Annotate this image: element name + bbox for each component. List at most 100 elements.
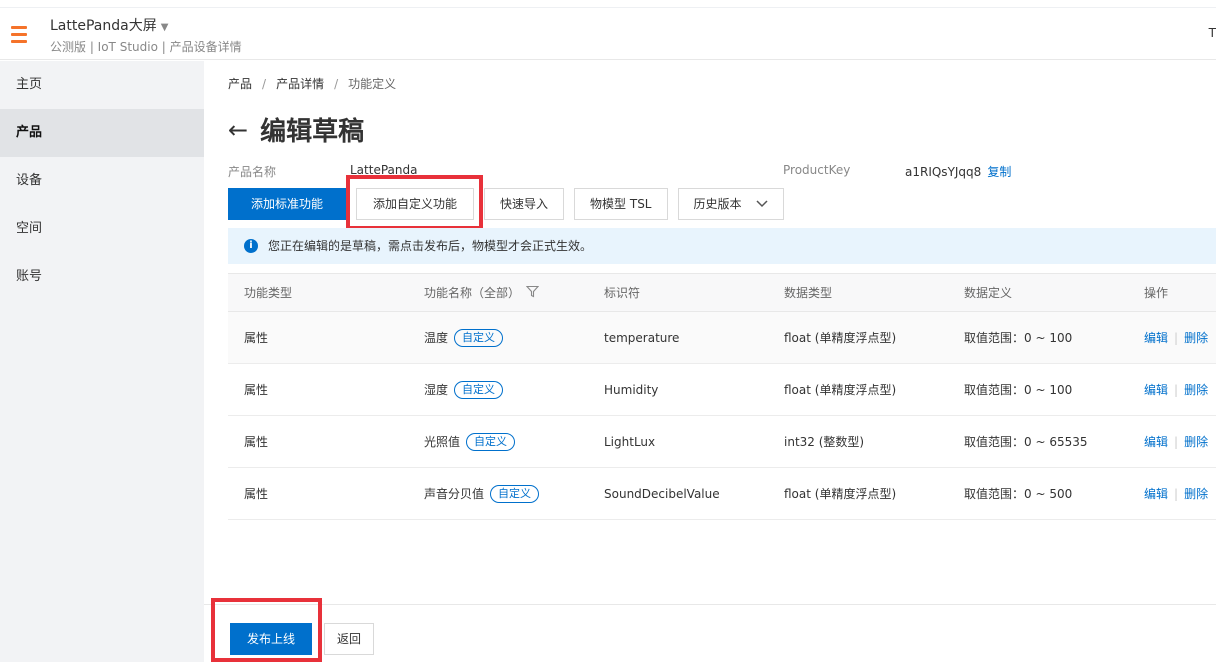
app-subtitle: 公测版 | IoT Studio | 产品设备详情 <box>50 40 242 54</box>
action-divider: | <box>1174 331 1179 345</box>
cell-type: 属性 <box>244 435 269 449</box>
copy-link[interactable]: 复制 <box>987 165 1011 179</box>
column-header-name[interactable]: 功能名称（全部） <box>408 284 588 301</box>
sidebar-item-product[interactable]: 产品 <box>0 109 204 157</box>
column-header-identifier: 标识符 <box>604 286 641 300</box>
table-row: 属性 温度 自定义 temperature float (单精度浮点型) 取值范围… <box>228 312 1216 364</box>
table-row: 属性 声音分贝值 自定义 SoundDecibelValue float (单精度… <box>228 468 1216 520</box>
cell-definition: 取值范围：0 ~ 65535 <box>964 435 1088 449</box>
column-header-name-label: 功能名称（全部） <box>424 286 521 300</box>
edit-link[interactable]: 编辑 <box>1144 487 1168 501</box>
function-name: 温度 <box>424 331 449 345</box>
edit-link[interactable]: 编辑 <box>1144 331 1168 345</box>
function-name: 湿度 <box>424 383 449 397</box>
history-version-dropdown[interactable]: 历史版本 <box>677 188 784 220</box>
quick-import-button[interactable]: 快速导入 <box>484 188 565 220</box>
breadcrumb-product[interactable]: 产品 <box>228 77 252 91</box>
edit-link[interactable]: 编辑 <box>1144 435 1168 449</box>
highlight-box-add-custom <box>346 175 483 230</box>
cell-type: 属性 <box>244 331 269 345</box>
product-key-meta: ProductKey <box>783 163 850 177</box>
cell-type: 属性 <box>244 487 269 501</box>
cell-actions: 编辑 | 删除 <box>1128 381 1216 398</box>
custom-tag: 自定义 <box>454 380 504 399</box>
add-standard-function-button[interactable]: 添加标准功能 <box>228 188 347 220</box>
cell-type: 属性 <box>244 383 269 397</box>
breadcrumb-product-detail[interactable]: 产品详情 <box>276 77 324 91</box>
delete-link[interactable]: 删除 <box>1184 435 1208 449</box>
page-title: 编辑草稿 <box>260 117 365 147</box>
footer-bar: 发布上线 返回 <box>204 604 1216 662</box>
function-name: 光照值 <box>424 435 461 449</box>
app-header: LattePanda大屏 ▼ 公测版 | IoT Studio | 产品设备详情 … <box>0 8 1216 60</box>
breadcrumb-separator: / <box>262 77 267 91</box>
breadcrumb-current: 功能定义 <box>348 77 397 91</box>
product-name-meta: 产品名称 <box>228 163 276 180</box>
cell-identifier: LightLux <box>604 434 656 449</box>
toolbar: 添加标准功能 添加自定义功能 快速导入 物模型 TSL 历史版本 <box>228 188 794 220</box>
cell-actions: 编辑 | 删除 <box>1128 433 1216 450</box>
cell-actions: 编辑 | 删除 <box>1128 485 1216 502</box>
back-button[interactable]: 返回 <box>324 623 375 655</box>
cell-definition: 取值范围：0 ~ 100 <box>964 383 1073 397</box>
column-header-actions: 操作 <box>1144 286 1169 300</box>
cell-actions: 编辑 | 删除 <box>1128 329 1216 346</box>
hamburger-menu-icon[interactable] <box>11 26 27 44</box>
breadcrumb: 产品 / 产品详情 / 功能定义 <box>228 75 396 92</box>
custom-tag: 自定义 <box>466 432 516 451</box>
info-icon: i <box>244 239 258 253</box>
column-header-definition: 数据定义 <box>964 286 1013 300</box>
draft-notice: i 您正在编辑的是草稿，需点击发布后，物模型才会正式生效。 <box>228 228 1216 264</box>
app-name: LattePanda大屏 <box>50 18 157 34</box>
cell-data-type: float (单精度浮点型) <box>784 383 897 397</box>
sidebar-item-home[interactable]: 主页 <box>0 61 204 109</box>
product-name-label: 产品名称 <box>228 165 277 179</box>
delete-link[interactable]: 删除 <box>1184 487 1208 501</box>
cell-data-type: float (单精度浮点型) <box>784 331 897 345</box>
cell-identifier: temperature <box>604 330 680 345</box>
top-strip <box>0 0 1216 8</box>
back-arrow-icon[interactable]: ← <box>228 118 248 142</box>
column-header-type: 功能类型 <box>244 286 293 300</box>
cell-data-type: int32 (整数型) <box>784 435 865 449</box>
chevron-down-icon <box>755 190 768 220</box>
caret-down-icon: ▼ <box>160 22 169 33</box>
delete-link[interactable]: 删除 <box>1184 331 1208 345</box>
sidebar: 主页 产品 设备 空间 账号 <box>0 61 204 662</box>
highlight-box-publish <box>211 598 322 662</box>
notice-text: 您正在编辑的是草稿，需点击发布后，物模型才会正式生效。 <box>268 239 593 253</box>
sidebar-item-space[interactable]: 空间 <box>0 205 204 253</box>
column-header-data-type: 数据类型 <box>784 286 833 300</box>
product-key-value-wrap: a1RIQsYJqq8 复制 <box>905 163 1011 180</box>
cell-definition: 取值范围：0 ~ 100 <box>964 331 1073 345</box>
table-row: 属性 湿度 自定义 Humidity float (单精度浮点型) 取值范围：0 … <box>228 364 1216 416</box>
action-divider: | <box>1174 487 1179 501</box>
custom-tag: 自定义 <box>490 484 540 503</box>
cell-data-type: float (单精度浮点型) <box>784 487 897 501</box>
history-version-label: 历史版本 <box>693 197 742 211</box>
product-key-label: ProductKey <box>783 163 851 177</box>
header-right-text[interactable]: T <box>1209 26 1216 40</box>
tsl-button[interactable]: 物模型 TSL <box>574 188 668 220</box>
table-row: 属性 光照值 自定义 LightLux int32 (整数型) 取值范围：0 ~ … <box>228 416 1216 468</box>
sidebar-item-device[interactable]: 设备 <box>0 157 204 205</box>
cell-definition: 取值范围：0 ~ 500 <box>964 487 1073 501</box>
cell-identifier: Humidity <box>604 382 659 397</box>
sidebar-item-account[interactable]: 账号 <box>0 253 204 301</box>
function-name: 声音分贝值 <box>424 487 485 501</box>
app-switcher[interactable]: LattePanda大屏 ▼ <box>50 15 168 35</box>
function-table: 功能类型 功能名称（全部） 标识符 数据类型 数据定义 操作 属性 温度 自定义 … <box>228 273 1216 520</box>
action-divider: | <box>1174 435 1179 449</box>
cell-name: 声音分贝值 自定义 <box>408 484 588 503</box>
table-header: 功能类型 功能名称（全部） 标识符 数据类型 数据定义 操作 <box>228 274 1216 312</box>
cell-identifier: SoundDecibelValue <box>604 486 720 501</box>
delete-link[interactable]: 删除 <box>1184 383 1208 397</box>
main-content: 产品 / 产品详情 / 功能定义 ← 编辑草稿 产品名称 LattePanda Prod… <box>204 61 1216 662</box>
cell-name: 温度 自定义 <box>408 328 588 347</box>
action-divider: | <box>1174 383 1179 397</box>
filter-icon[interactable] <box>525 285 540 301</box>
cell-name: 光照值 自定义 <box>408 432 588 451</box>
cell-name: 湿度 自定义 <box>408 380 588 399</box>
edit-link[interactable]: 编辑 <box>1144 383 1168 397</box>
custom-tag: 自定义 <box>454 328 504 347</box>
